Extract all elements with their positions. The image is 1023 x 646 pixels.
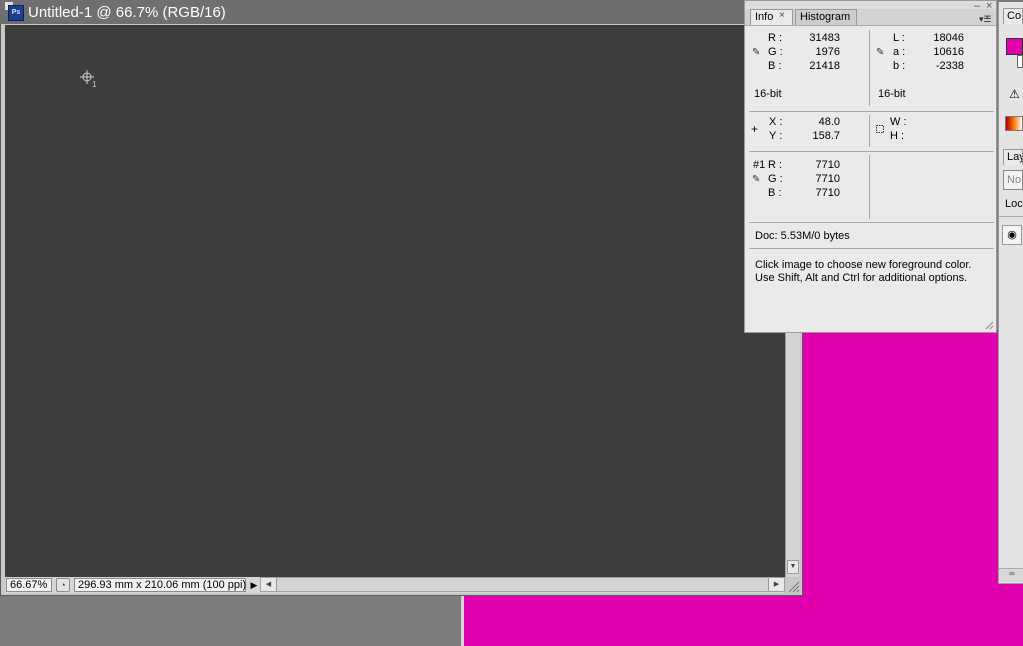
info-divider-h3 xyxy=(749,222,994,223)
lab-bitdepth: 16-bit xyxy=(878,88,906,100)
zoom-level-field[interactable]: 66.67% xyxy=(6,578,52,592)
status-menu-arrow-icon[interactable]: ▶ xyxy=(248,578,260,592)
color-panel-close-icon[interactable]: × xyxy=(985,13,990,22)
info-divider-h1 xyxy=(749,111,994,112)
info-divider-h2 xyxy=(749,151,994,152)
window-resize-grip-icon[interactable] xyxy=(787,580,800,593)
gamut-warning-icon[interactable]: ⚠ xyxy=(1009,87,1020,101)
lab-b-value: -2338 xyxy=(935,60,964,72)
scroll-left-button[interactable]: ◀ xyxy=(261,578,277,591)
image-canvas[interactable] xyxy=(5,25,785,577)
size-w-label: W : xyxy=(890,116,907,128)
lock-label: Lock xyxy=(1005,198,1023,210)
sampler1-eyedropper-icon[interactable]: ✎ xyxy=(752,174,760,185)
scroll-down-button[interactable]: ▼ xyxy=(787,560,799,574)
sampler1-b-value: 7710 xyxy=(815,187,840,199)
sampler1-prefix: #1 xyxy=(753,159,766,171)
lab-a-value: 10616 xyxy=(933,46,964,58)
desktop-magenta-right xyxy=(803,330,1023,646)
foreground-color-swatch[interactable] xyxy=(1006,38,1023,55)
tab-color[interactable]: Co xyxy=(1003,8,1023,24)
desktop-divider xyxy=(461,596,464,646)
rgb-g-value: 1976 xyxy=(815,46,840,58)
status-info-icon[interactable]: ◔ xyxy=(56,578,70,592)
selection-size-icon xyxy=(876,125,884,133)
info-divider-v3 xyxy=(869,155,870,219)
tab-info[interactable]: Info xyxy=(750,9,793,25)
lab-eyedropper-icon[interactable]: ✎ xyxy=(876,47,884,58)
sampler1-r-value: 7710 xyxy=(815,159,840,171)
photoshop-icon: Ps xyxy=(8,5,24,21)
layers-divider xyxy=(999,216,1023,217)
sampler1-g-value: 7710 xyxy=(815,173,840,185)
document-size-readout: 296.93 mm x 210.06 mm (100 ppi) xyxy=(74,578,246,592)
size-h-label: H : xyxy=(890,130,905,142)
pos-x-value: 48.0 xyxy=(818,116,840,128)
info-divider-v1 xyxy=(869,30,870,106)
tab-layers[interactable]: Lay xyxy=(1003,149,1023,165)
tab-histogram[interactable]: Histogram xyxy=(795,9,857,25)
hint-line-1: Click image to choose new foreground col… xyxy=(755,259,972,271)
layers-panel xyxy=(998,147,1023,584)
pos-y-value: 158.7 xyxy=(812,130,840,142)
panel-resize-grip-icon[interactable] xyxy=(984,320,994,330)
layer-visibility-eye-icon[interactable]: ◉ xyxy=(1002,225,1022,245)
info-divider-h4 xyxy=(749,248,994,249)
info-divider-v2 xyxy=(869,115,870,147)
color-ramp[interactable] xyxy=(1005,116,1023,131)
rgb-r-value: 31483 xyxy=(809,32,840,44)
color-sampler-number: 1 xyxy=(92,80,97,89)
hint-line-2: Use Shift, Alt and Ctrl for additional o… xyxy=(755,272,968,284)
crosshair-icon: + xyxy=(751,122,759,136)
desktop-gray xyxy=(0,594,463,646)
rgb-b-value: 21418 xyxy=(809,60,840,72)
horizontal-scrollbar[interactable] xyxy=(260,577,785,592)
blend-mode-select[interactable]: No xyxy=(1003,170,1023,190)
background-color-swatch[interactable] xyxy=(1017,55,1023,68)
rgb-bitdepth: 16-bit xyxy=(754,88,782,100)
tab-info-close-icon[interactable]: × xyxy=(779,10,785,21)
lab-l-value: 18046 xyxy=(933,32,964,44)
document-title: Untitled-1 @ 66.7% (RGB/16) xyxy=(28,4,226,21)
layers-link-icon[interactable]: ∞ xyxy=(999,568,1023,582)
doc-info-readout: Doc: 5.53M/0 bytes xyxy=(755,230,850,242)
rgb-eyedropper-icon[interactable]: ✎ xyxy=(752,47,760,58)
scroll-right-button[interactable]: ▶ xyxy=(768,578,784,591)
